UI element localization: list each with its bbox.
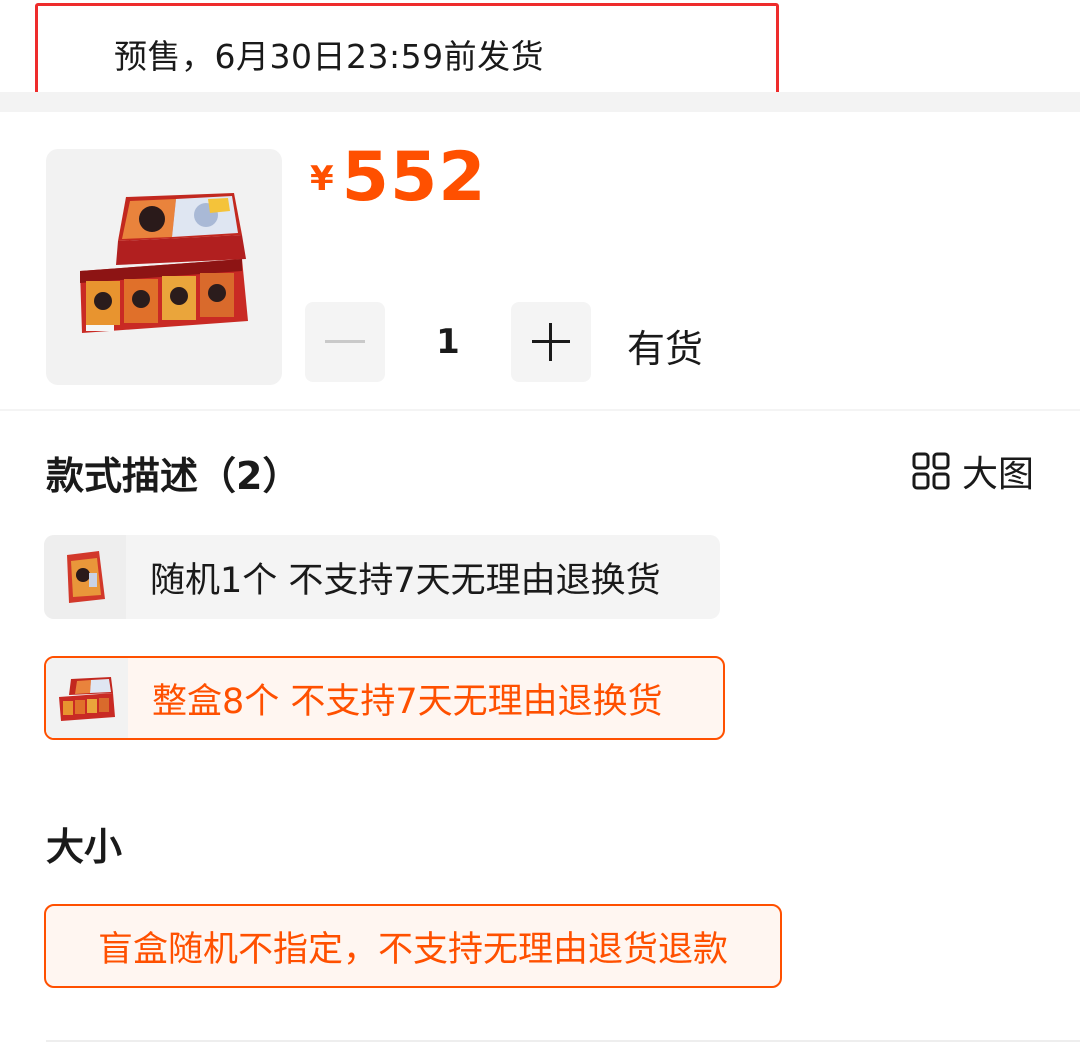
size-option-blind-box-random[interactable]: 盲盒随机不指定，不支持无理由退货退款 [44,904,782,988]
minus-icon [325,340,365,343]
presale-text: 预售，6月30日23:59前发货 [114,37,545,76]
price: ¥552 [310,138,487,217]
style-option-full-box[interactable]: 整盒8个 不支持7天无理由退换货 [44,656,725,740]
section-divider [0,92,1080,112]
increase-quantity-button[interactable] [511,302,591,382]
currency-symbol: ¥ [310,159,334,199]
decrease-quantity-button[interactable] [305,302,385,382]
big-view-label: 大图 [961,454,1034,495]
product-image[interactable] [46,149,282,385]
option-label: 随机1个 不支持7天无理由退换货 [150,560,661,601]
option-label: 整盒8个 不支持7天无理由退换货 [152,681,663,722]
size-section-title: 大小 [46,825,123,869]
option-thumbnail [44,535,126,619]
option-label: 盲盒随机不指定，不支持无理由退货退款 [97,929,728,970]
big-view-button[interactable]: 大图 [912,445,1034,497]
option-thumbnail [46,658,128,738]
divider [0,409,1080,411]
plus-icon [532,323,570,361]
grid-icon [912,452,950,490]
price-amount: 552 [341,138,487,217]
full-box-illustration [59,677,115,721]
product-box-illustration [80,193,248,333]
stock-status: 有货 [627,327,704,371]
style-option-random-one[interactable]: 随机1个 不支持7天无理由退换货 [44,535,720,619]
presale-banner: 预售，6月30日23:59前发货 [0,0,1080,97]
quantity-value[interactable]: 1 [410,322,486,362]
single-box-illustration [67,551,105,603]
style-section-title: 款式描述（2） [46,454,301,498]
